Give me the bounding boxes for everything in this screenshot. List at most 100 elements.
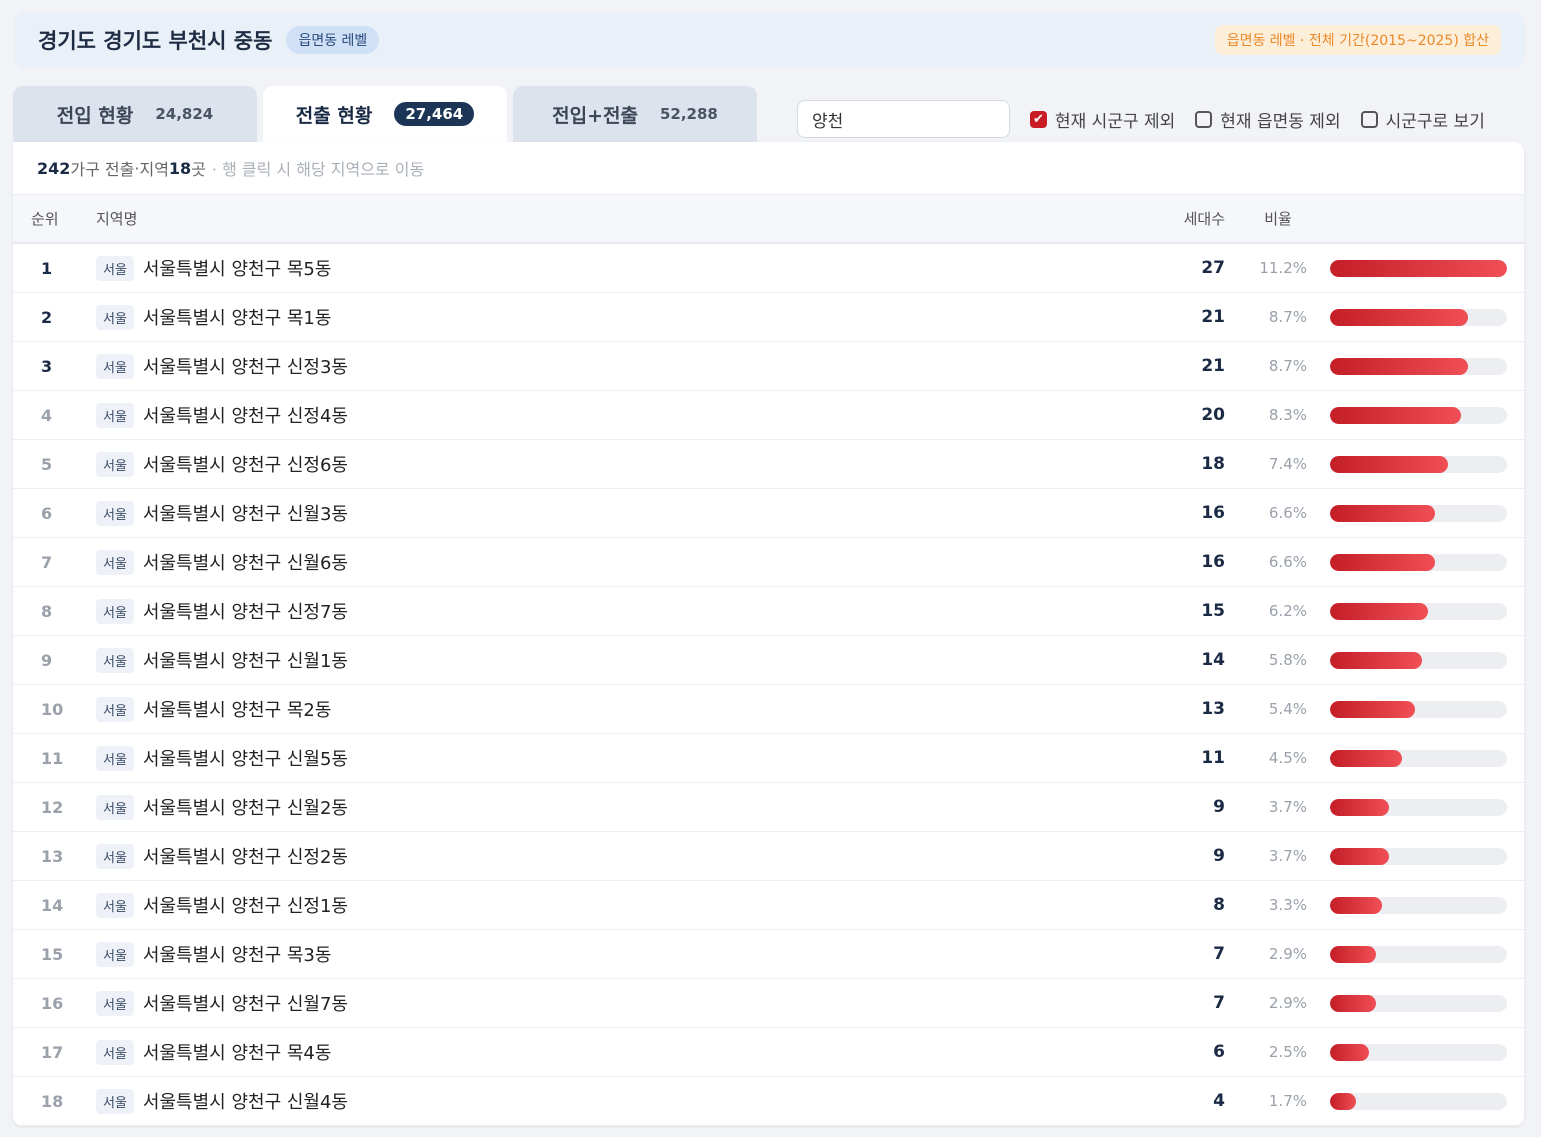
ratio-bar: [1330, 1043, 1507, 1061]
table-row[interactable]: 6 서울 서울특별시 양천구 신월3동 16 6.6%: [13, 489, 1524, 538]
ratio-bar: [1330, 259, 1507, 277]
filter-checkbox-0[interactable]: ✔ 현재 시군구 제외: [1030, 107, 1175, 132]
household-count: 7: [1213, 993, 1225, 1013]
rank: 2: [41, 307, 53, 327]
ratio-bar: [1330, 1092, 1507, 1110]
table-row[interactable]: 8 서울 서울특별시 양천구 신정7동 15 6.2%: [13, 587, 1524, 636]
rank: 12: [41, 797, 64, 817]
household-count: 18: [1201, 454, 1225, 474]
household-count: 13: [1201, 699, 1225, 719]
table-row[interactable]: 13 서울 서울특별시 양천구 신정2동 9 3.7%: [13, 832, 1524, 881]
tab-bar: 전입 현황 24,824 전출 현황 27,464 전입+전출 52,288: [13, 86, 757, 142]
sido-badge: 서울: [96, 353, 134, 379]
rank: 10: [41, 699, 64, 719]
household-count: 27: [1201, 258, 1225, 278]
table-row[interactable]: 4 서울 서울특별시 양천구 신정4동 20 8.3%: [13, 391, 1524, 440]
region-name: 서울특별시 양천구 신월4동: [142, 1092, 348, 1113]
household-count: 4: [1213, 1091, 1225, 1111]
table-row[interactable]: 11 서울 서울특별시 양천구 신월5동 11 4.5%: [13, 734, 1524, 783]
household-count: 15: [1201, 601, 1225, 621]
level-badge: 읍면동 레벨: [286, 26, 380, 54]
table-row[interactable]: 3 서울 서울특별시 양천구 신정3동 21 8.7%: [13, 342, 1524, 391]
region-search-input[interactable]: [797, 100, 1010, 138]
household-count: 14: [1201, 650, 1225, 670]
checkbox-label: 현재 읍면동 제외: [1220, 112, 1341, 132]
household-count: 9: [1213, 797, 1225, 817]
table-row[interactable]: 10 서울 서울특별시 양천구 목2동 13 5.4%: [13, 685, 1524, 734]
tab-0[interactable]: 전입 현황 24,824: [13, 86, 257, 142]
table-row[interactable]: 7 서울 서울특별시 양천구 신월6동 16 6.6%: [13, 538, 1524, 587]
summary-line: 242 가구 전출 · 지역 18 곳 · 행 클릭 시 해당 지역으로 이동: [13, 142, 1524, 195]
sido-badge: 서울: [96, 892, 134, 918]
table-row[interactable]: 15 서울 서울특별시 양천구 목3동 7 2.9%: [13, 930, 1524, 979]
table-row[interactable]: 1 서울 서울특별시 양천구 목5동 27 11.2%: [13, 244, 1524, 293]
col-name: 지역명: [96, 210, 138, 228]
ratio-bar-fill: [1330, 406, 1462, 424]
ratio-bar: [1330, 847, 1507, 865]
household-count: 6: [1213, 1042, 1225, 1062]
ratio-bar: [1330, 945, 1507, 963]
table-row[interactable]: 12 서울 서울특별시 양천구 신월2동 9 3.7%: [13, 783, 1524, 832]
table-row[interactable]: 16 서울 서울특별시 양천구 신월7동 7 2.9%: [13, 979, 1524, 1028]
household-suffix: 가구 전출: [70, 160, 135, 179]
ratio-bar-fill: [1330, 847, 1389, 865]
sido-badge: 서울: [96, 304, 134, 330]
tab-2[interactable]: 전입+전출 52,288: [513, 86, 757, 142]
checkbox-icon[interactable]: [1195, 111, 1213, 128]
table-row[interactable]: 18 서울 서울특별시 양천구 신월4동 4 1.7%: [13, 1077, 1524, 1126]
ratio-bar-fill: [1330, 1043, 1370, 1061]
table-row[interactable]: 5 서울 서울특별시 양천구 신정6동 18 7.4%: [13, 440, 1524, 489]
rank: 5: [41, 454, 53, 474]
household-count: 16: [1201, 503, 1225, 523]
sido-badge: 서울: [96, 451, 134, 477]
table-row[interactable]: 17 서울 서울특별시 양천구 목4동 6 2.5%: [13, 1028, 1524, 1077]
region-name: 서울특별시 양천구 목2동: [142, 700, 332, 721]
ratio: 3.7%: [1268, 798, 1307, 816]
ratio-bar: [1330, 994, 1507, 1012]
filter-checkbox-2[interactable]: 시군구로 보기: [1360, 107, 1485, 132]
table-row[interactable]: 2 서울 서울특별시 양천구 목1동 21 8.7%: [13, 293, 1524, 342]
rank: 1: [41, 258, 53, 278]
ratio-bar: [1330, 602, 1507, 620]
ratio-bar: [1330, 455, 1507, 473]
region-name: 서울특별시 양천구 신정3동: [142, 357, 348, 378]
ratio-bar-fill: [1330, 1092, 1357, 1110]
household-count: 7: [1213, 944, 1225, 964]
ratio-bar: [1330, 357, 1507, 375]
ratio-bar-fill: [1330, 896, 1383, 914]
table-row[interactable]: 9 서울 서울특별시 양천구 신월1동 14 5.8%: [13, 636, 1524, 685]
ratio-bar-fill: [1330, 504, 1435, 522]
ratio: 1.7%: [1268, 1092, 1307, 1110]
checkbox-icon[interactable]: [1360, 111, 1378, 128]
sido-badge: 서울: [96, 941, 134, 967]
ratio-bar: [1330, 504, 1507, 522]
region-name: 서울특별시 양천구 목3동: [142, 945, 332, 966]
household-count: 9: [1213, 846, 1225, 866]
filter-checkbox-1[interactable]: 현재 읍면동 제외: [1195, 107, 1341, 132]
ratio: 2.5%: [1268, 1043, 1307, 1061]
sido-badge: 서울: [96, 598, 134, 624]
household-count: 20: [1201, 405, 1225, 425]
checkbox-icon[interactable]: ✔: [1030, 111, 1047, 128]
region-name: 서울특별시 양천구 신정4동: [142, 406, 348, 427]
tab-count: 24,824: [155, 105, 214, 123]
ratio-bar-fill: [1330, 749, 1403, 767]
tab-count: 27,464: [394, 102, 475, 126]
ratio: 8.7%: [1268, 308, 1307, 326]
rank: 18: [41, 1091, 64, 1111]
tab-1[interactable]: 전출 현황 27,464: [263, 86, 507, 142]
region-name: 서울특별시 양천구 신정2동: [142, 847, 348, 868]
col-ratio: 비율: [1264, 210, 1292, 228]
rank: 17: [41, 1042, 64, 1062]
table-row[interactable]: 14 서울 서울특별시 양천구 신정1동 8 3.3%: [13, 881, 1524, 930]
ratio: 8.7%: [1268, 357, 1307, 375]
table-header: 순위 지역명 세대수 비율: [13, 195, 1524, 244]
ratio: 6.6%: [1268, 553, 1307, 571]
tab-label: 전입+전출: [552, 104, 638, 127]
ratio-bar-fill: [1330, 259, 1507, 277]
ratio: 4.5%: [1268, 749, 1307, 767]
ratio: 2.9%: [1268, 945, 1307, 963]
tab-label: 전입 현황: [56, 104, 134, 127]
sido-badge: 서울: [96, 1088, 134, 1114]
sido-badge: 서울: [96, 1039, 134, 1065]
